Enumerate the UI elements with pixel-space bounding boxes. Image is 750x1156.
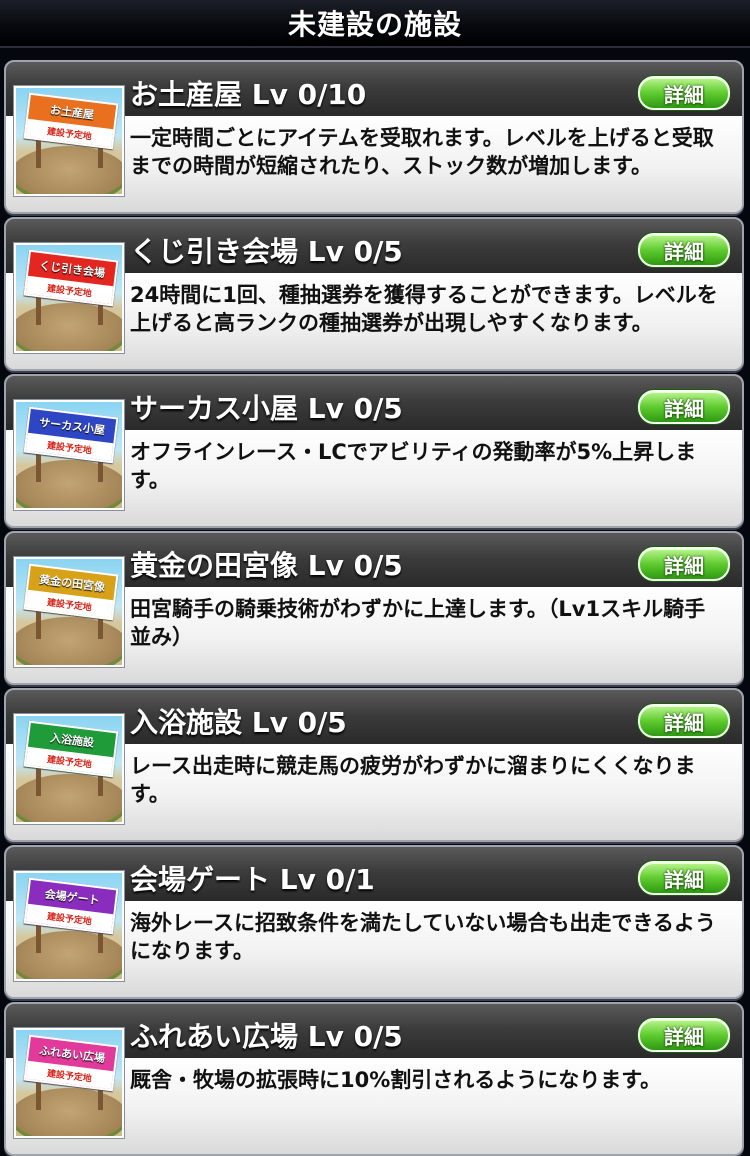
facility-description: 田宮騎手の騎乗技術がわずかに上達します。（Lv1スキル騎手並み） [130,597,706,649]
construction-site-image: お土産屋 建設予定地 [14,86,124,196]
detail-button[interactable]: 詳細 [638,390,730,424]
facility-name: サーカス小屋 Lv 0/5 [130,392,403,425]
facility-name: くじ引き会場 Lv 0/5 [130,235,403,268]
facility-name: 会場ゲート Lv 0/1 [130,863,375,896]
construction-site-image: 入浴施設 建設予定地 [14,714,124,824]
facility-card-circus-tent[interactable]: サーカス小屋 建設予定地 サーカス小屋 Lv 0/5 詳細 オフラインレース・L… [4,374,744,528]
facility-name: ふれあい広場 Lv 0/5 [130,1020,403,1053]
facility-name: 入浴施設 Lv 0/5 [130,706,347,739]
detail-button[interactable]: 詳細 [638,861,730,895]
construction-site-image: サーカス小屋 建設予定地 [14,400,124,510]
facility-description: レース出走時に競走馬の疲労がわずかに溜まりにくくなります。 [130,754,696,806]
facility-description: オフラインレース・LCでアビリティの発動率が5%上昇します。 [130,440,697,492]
construction-site-image: ふれあい広場 建設予定地 [14,1028,124,1138]
facility-name: 黄金の田宮像 Lv 0/5 [130,549,403,582]
title-bar: 未建設の施設 [0,0,750,48]
detail-button[interactable]: 詳細 [638,76,730,110]
facility-card-venue-gate[interactable]: 会場ゲート 建設予定地 会場ゲート Lv 0/1 詳細 海外レースに招致条件を満… [4,845,744,999]
facility-description: 24時間に1回、種抽選券を獲得することができます。レベルを上げると高ランクの種抽… [130,283,718,335]
facility-card-bath-facility[interactable]: 入浴施設 建設予定地 入浴施設 Lv 0/5 詳細 レース出走時に競走馬の疲労が… [4,688,744,842]
facility-card-petting-plaza[interactable]: ふれあい広場 建設予定地 ふれあい広場 Lv 0/5 詳細 厩舎・牧場の拡張時に… [4,1002,744,1156]
construction-site-image: くじ引き会場 建設予定地 [14,243,124,353]
facility-card-golden-statue[interactable]: 黄金の田宮像 建設予定地 黄金の田宮像 Lv 0/5 詳細 田宮騎手の騎乗技術が… [4,531,744,685]
detail-button[interactable]: 詳細 [638,704,730,738]
facility-description: 海外レースに招致条件を満たしていない場合も出走できるようになります。 [130,911,716,963]
detail-button[interactable]: 詳細 [638,547,730,581]
facility-name: お土産屋 Lv 0/10 [130,78,367,111]
construction-site-image: 会場ゲート 建設予定地 [14,871,124,981]
facility-description: 一定時間ごとにアイテムを受取れます。レベルを上げると受取までの時間が短縮されたり… [130,126,714,178]
detail-button[interactable]: 詳細 [638,1018,730,1052]
facility-card-lottery-hall[interactable]: くじ引き会場 建設予定地 くじ引き会場 Lv 0/5 詳細 24時間に1回、種抽… [4,217,744,371]
facility-description: 厩舎・牧場の拡張時に10%割引されるようになります。 [130,1068,662,1092]
detail-button[interactable]: 詳細 [638,233,730,267]
facility-card-souvenir-shop[interactable]: お土産屋 建設予定地 お土産屋 Lv 0/10 詳細 一定時間ごとにアイテムを受… [4,60,744,214]
construction-site-image: 黄金の田宮像 建設予定地 [14,557,124,667]
page-title: 未建設の施設 [287,8,462,41]
